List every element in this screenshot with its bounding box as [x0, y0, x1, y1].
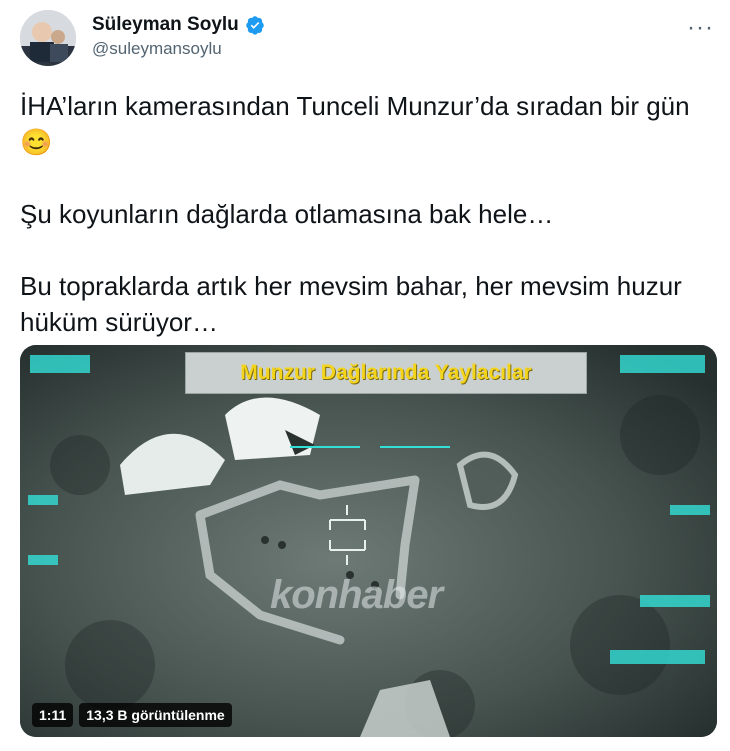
- video-info: 1:11 13,3 B görüntülenme: [32, 703, 232, 727]
- video-thumbnail: [20, 345, 717, 737]
- tweet-line-1: İHA’ların kamerasından Tunceli Munzur’da…: [20, 91, 690, 157]
- avatar[interactable]: [20, 10, 76, 66]
- author-block: Süleyman Soylu @suleymansoylu: [92, 14, 265, 59]
- tweet-line-3: Bu topraklarda artık her mevsim bahar, h…: [20, 271, 682, 337]
- tweet-line-2: Şu koyunların dağlarda otlamasına bak he…: [20, 199, 554, 229]
- display-name[interactable]: Süleyman Soylu: [92, 14, 239, 36]
- avatar-image: [20, 10, 76, 66]
- more-options-icon[interactable]: ···: [687, 14, 714, 42]
- verified-badge-icon: [246, 16, 264, 35]
- video-watermark: konhaber: [270, 573, 443, 617]
- tweet-text: İHA’ların kamerasından Tunceli Munzur’da…: [20, 88, 700, 340]
- tweet-header: Süleyman Soylu @suleymansoylu ···: [20, 10, 720, 70]
- video-player[interactable]: Munzur Dağlarında Yaylacılar konhaber 1:…: [20, 345, 717, 737]
- author-handle[interactable]: @suleymansoylu: [92, 39, 265, 59]
- video-banner: Munzur Dağlarında Yaylacılar: [185, 352, 587, 394]
- video-view-count: 13,3 B görüntülenme: [79, 703, 232, 727]
- video-duration: 1:11: [32, 703, 74, 727]
